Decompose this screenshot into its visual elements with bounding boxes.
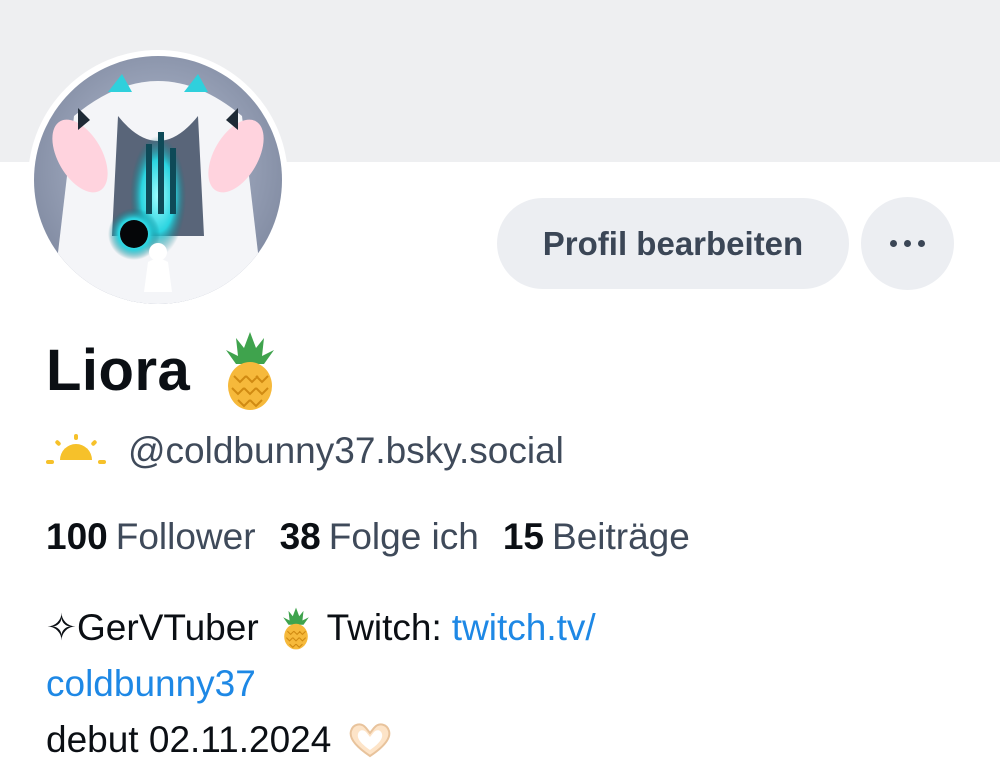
stat-label: Folge ich bbox=[328, 516, 479, 557]
stat-label: Follower bbox=[115, 516, 256, 557]
debut-text: debut 02.11.2024 bbox=[46, 719, 332, 760]
stat-value: 100 bbox=[46, 516, 108, 557]
pineapple-icon bbox=[226, 332, 275, 410]
more-options-button[interactable] bbox=[861, 197, 954, 290]
profile-bio: ✧ GerVTuber Twitch: twitch.tv/ coldbunny… bbox=[46, 600, 966, 768]
bio-line-3: debut 02.11.2024 bbox=[46, 712, 966, 768]
stat-label: Beiträge bbox=[552, 516, 690, 557]
display-name: Liora bbox=[46, 337, 191, 403]
stat-posts: 15 Beiträge bbox=[503, 516, 690, 558]
heart-hands-icon bbox=[349, 723, 391, 758]
stat-value: 38 bbox=[279, 516, 321, 557]
stat-value: 15 bbox=[502, 516, 545, 557]
ellipsis-icon bbox=[890, 240, 897, 247]
twitch-prefix: Twitch: bbox=[326, 607, 442, 648]
handle-row: @coldbunny37.bsky.social bbox=[46, 426, 564, 476]
user-handle[interactable]: @coldbunny37.bsky.social bbox=[128, 430, 564, 472]
stat-following[interactable]: 38 Folge ich bbox=[280, 516, 479, 558]
avatar[interactable] bbox=[28, 50, 288, 310]
profile-stats: 100 Follower 38 Folge ich 15 Beiträge bbox=[46, 512, 714, 562]
bio-tag: GerVTuber bbox=[77, 607, 259, 648]
pineapple-icon bbox=[282, 607, 309, 650]
edit-profile-button[interactable]: Profil bearbeiten bbox=[497, 198, 849, 289]
ellipsis-icon bbox=[918, 240, 925, 247]
bio-line-1: ✧ GerVTuber Twitch: twitch.tv/ bbox=[46, 600, 966, 656]
avatar-image bbox=[34, 56, 282, 304]
stat-followers[interactable]: 100 Follower bbox=[46, 516, 256, 558]
twitch-link[interactable]: twitch.tv/ bbox=[452, 600, 596, 656]
display-name-row: Liora bbox=[46, 328, 278, 412]
sparkle-glyph: ✧ bbox=[46, 607, 78, 648]
ellipsis-icon bbox=[904, 240, 911, 247]
bio-line-2: coldbunny37 bbox=[46, 656, 966, 712]
sunrise-icon bbox=[46, 434, 106, 464]
twitch-link[interactable]: coldbunny37 bbox=[46, 656, 256, 712]
